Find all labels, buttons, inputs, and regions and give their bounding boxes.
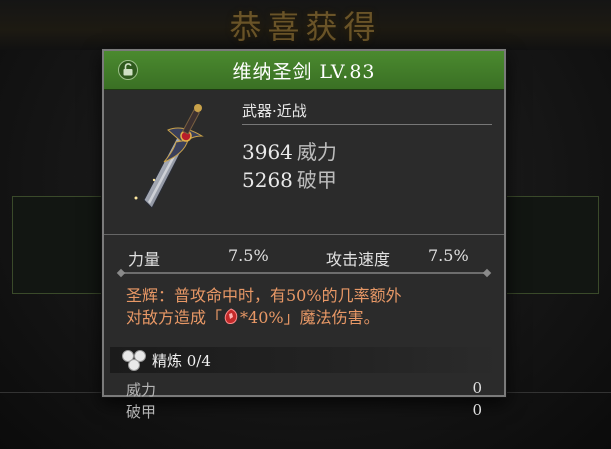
stat-power: 3964 威力 [242,136,337,165]
item-header: 维纳圣剑 LV.83 [104,51,504,90]
refine-power-value: 0 [472,379,482,397]
stat-armor-break: 5268 破甲 [242,164,337,193]
substat-attack-speed-value: 7.5% [428,246,469,265]
sword-icon [134,104,204,209]
stat-armor-break-label: 破甲 [296,168,337,192]
reward-banner: 恭喜获得 [0,0,611,50]
refine-armor-break-value: 0 [472,401,482,419]
effect-line-2-prefix: 对敌方造成「 [126,308,223,327]
stat-power-label: 威力 [296,140,337,164]
refine-label: 精炼 0/4 [152,351,211,370]
item-title: 维纳圣剑 LV.83 [232,60,376,83]
substat-strength-value: 7.5% [228,246,269,265]
stat-armor-break-value: 5268 [242,168,293,192]
substat-attack-speed-label: 攻击速度 [326,250,391,269]
refine-armor-break-label: 破甲 [126,403,157,421]
unlock-icon[interactable] [118,60,138,80]
effect-line-2-value: *40%」魔法伤害。 [240,308,380,327]
effect-line-1: 圣辉：普攻命中时，有50%的几率额外 [126,286,402,305]
category-underline [242,124,492,125]
stat-power-value: 3964 [242,140,293,164]
refine-power-label: 威力 [126,381,157,399]
substat-slider [116,268,492,278]
refine-orbs-icon [122,350,146,371]
item-category: 武器·近战 [242,102,307,120]
item-summary: 武器·近战 3964 威力 5268 破甲 [104,90,504,234]
substat-row: 力量 7.5% 攻击速度 7.5% [104,235,504,278]
refine-row-power: 威力 0 [104,379,504,401]
effect-line-2: 对敌方造成「 *40%」魔法伤害。 [126,307,482,329]
substat-strength-label: 力量 [128,250,161,269]
background-card-left [12,196,114,294]
red-gem-icon [224,308,238,324]
background-card-right [497,196,599,294]
refine-header: 精炼 0/4 [110,347,498,373]
special-effect: 圣辉：普攻命中时，有50%的几率额外 对敌方造成「 *40%」魔法伤害。 [104,275,504,341]
refine-row-armor-break: 破甲 0 [104,401,504,423]
item-detail-panel: 维纳圣剑 LV.83 武器·近战 3964 威力 5268 破甲 力量 7.5%… [102,49,506,421]
slider-track [124,272,484,274]
